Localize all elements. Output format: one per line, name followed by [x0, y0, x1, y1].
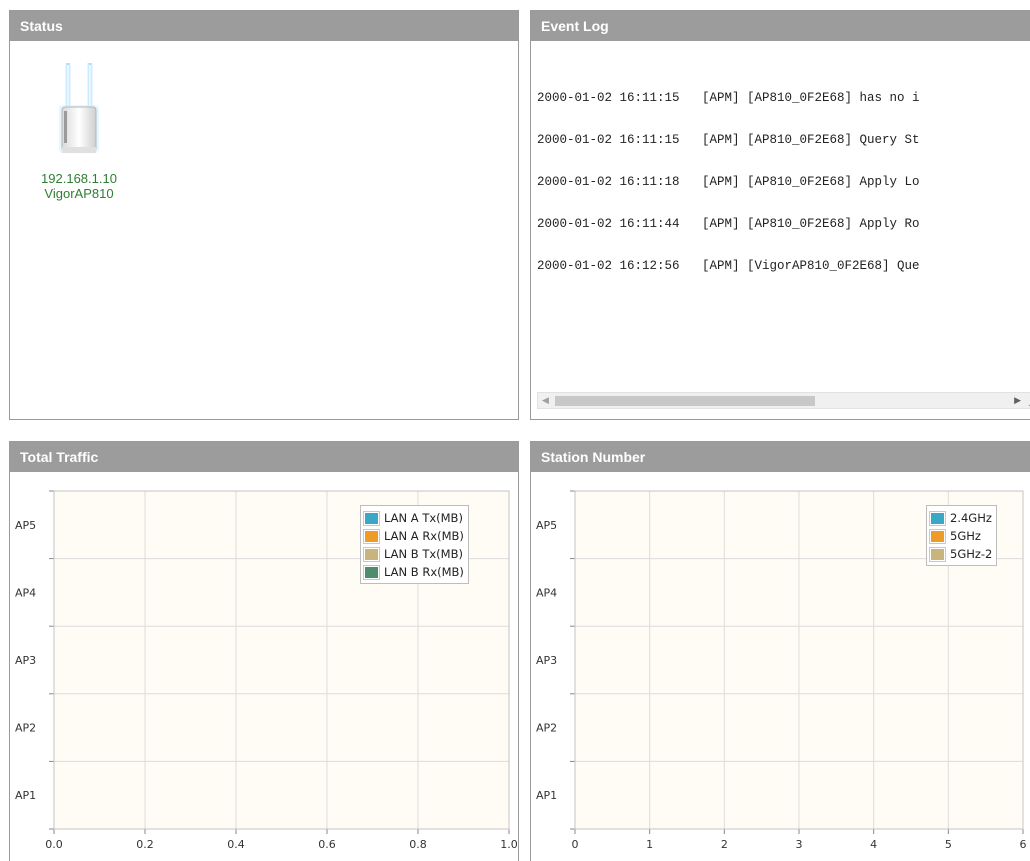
x-tick-label: 1.0 — [500, 838, 518, 851]
x-tick-label: 4 — [870, 838, 877, 851]
x-tick-label: 0.4 — [227, 838, 245, 851]
station-number-title: Station Number — [531, 442, 1030, 472]
y-tick-label: AP4 — [536, 586, 557, 599]
y-tick-label: AP4 — [15, 586, 36, 599]
log-line: 2000-01-02 16:12:56 [APM] [VigorAP810_0F… — [537, 259, 920, 273]
y-tick-label: AP1 — [536, 789, 557, 802]
event-log-panel: Event Log 2000-01-02 16:11:15 [APM] [AP8… — [530, 10, 1030, 420]
scroll-right-icon[interactable]: ▶ — [1014, 395, 1021, 406]
horizontal-scrollbar[interactable]: ◀ ▶ — [537, 392, 1030, 409]
total-traffic-legend: LAN A Tx(MB) LAN A Rx(MB) LAN B Tx(MB) LAN … — [360, 505, 469, 584]
scrollbar-thumb[interactable] — [555, 396, 815, 406]
legend-swatch — [363, 546, 380, 562]
device-ip: 192.168.1.10 — [41, 171, 117, 186]
x-tick-label: 1 — [646, 838, 653, 851]
y-tick-label: AP1 — [15, 789, 36, 802]
y-tick-label: AP5 — [536, 519, 557, 532]
x-tick-label: 3 — [796, 838, 803, 851]
legend-item: LAN A Tx(MB) — [363, 509, 464, 527]
x-tick-label: 0.0 — [45, 838, 63, 851]
x-tick-label: 2 — [721, 838, 728, 851]
total-traffic-panel: Total Traffic 0.0 0.2 0.4 0.6 0.8 1.0 AP1 AP2 AP… — [9, 441, 519, 861]
legend-swatch — [929, 510, 946, 526]
device-vigorap810[interactable]: 192.168.1.10 VigorAP810 — [30, 61, 128, 201]
status-title: Status — [10, 11, 518, 41]
x-tick-label: 0.6 — [318, 838, 336, 851]
status-panel: Status 192.168.1.10 VigorAP810 — [9, 10, 519, 420]
legend-label: LAN B Tx(MB) — [384, 547, 463, 561]
legend-swatch — [363, 564, 380, 580]
log-line: 2000-01-02 16:11:15 [APM] [AP810_0F2E68]… — [537, 133, 920, 147]
x-tick-label: 0.2 — [136, 838, 154, 851]
access-point-icon — [59, 63, 99, 153]
legend-item: 5GHz — [929, 527, 992, 545]
legend-label: 2.4GHz — [950, 511, 992, 525]
x-tick-label: 0.8 — [409, 838, 427, 851]
legend-swatch — [363, 528, 380, 544]
scroll-left-icon[interactable]: ◀ — [542, 395, 549, 406]
legend-item: 5GHz-2 — [929, 545, 993, 563]
legend-item: LAN B Tx(MB) — [363, 545, 464, 563]
legend-label: LAN A Rx(MB) — [384, 529, 464, 543]
legend-swatch — [363, 510, 380, 526]
legend-item: 2.4GHz — [929, 509, 992, 527]
legend-item: LAN A Rx(MB) — [363, 527, 464, 545]
total-traffic-title: Total Traffic — [10, 442, 518, 472]
x-tick-label: 5 — [945, 838, 952, 851]
y-tick-label: AP2 — [536, 722, 557, 735]
y-tick-label: AP3 — [536, 654, 557, 667]
legend-swatch — [929, 546, 946, 562]
station-number-legend: 2.4GHz 5GHz 5GHz-2 — [926, 505, 998, 566]
log-line: 2000-01-02 16:11:18 [APM] [AP810_0F2E68]… — [537, 175, 920, 189]
legend-label: 5GHz-2 — [950, 547, 993, 561]
x-tick-label: 0 — [572, 838, 579, 851]
event-log-textarea[interactable]: 2000-01-02 16:11:15 [APM] [AP810_0F2E68]… — [531, 63, 1030, 391]
x-tick-label: 6 — [1020, 838, 1027, 851]
event-log-title: Event Log — [531, 11, 1030, 41]
y-tick-label: AP5 — [15, 519, 36, 532]
y-tick-label: AP2 — [15, 722, 36, 735]
log-line: 2000-01-02 16:11:44 [APM] [AP810_0F2E68]… — [537, 217, 920, 231]
log-line: 2000-01-02 16:11:15 [APM] [AP810_0F2E68]… — [537, 91, 920, 105]
device-name: VigorAP810 — [44, 186, 114, 201]
legend-swatch — [929, 528, 946, 544]
legend-label: 5GHz — [950, 529, 981, 543]
legend-label: LAN A Tx(MB) — [384, 511, 463, 525]
station-number-panel: Station Number 0 1 2 3 4 5 6 AP1 AP2 AP3 AP4 AP5 2.… — [530, 441, 1030, 861]
y-tick-label: AP3 — [15, 654, 36, 667]
legend-label: LAN B Rx(MB) — [384, 565, 464, 579]
legend-item: LAN B Rx(MB) — [363, 563, 464, 581]
